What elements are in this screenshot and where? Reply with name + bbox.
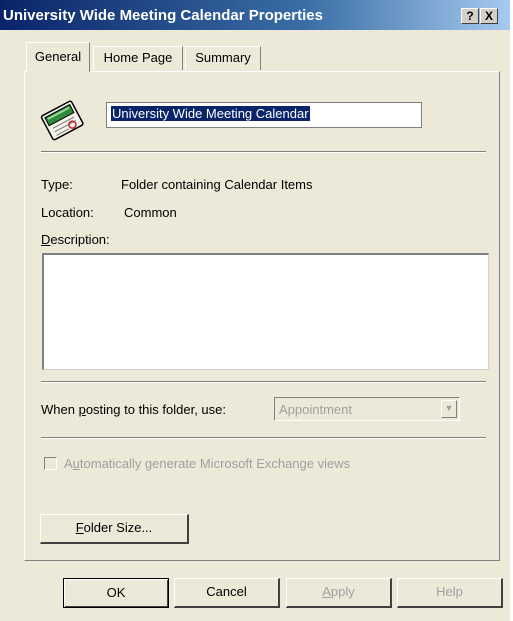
apply-button[interactable]: Apply [286,578,392,608]
properties-dialog: University Wide Meeting Calendar Propert… [0,0,510,621]
ok-button[interactable]: OK [63,578,169,608]
title-bar[interactable]: University Wide Meeting Calendar Propert… [0,0,510,30]
close-button[interactable]: X [480,8,498,24]
type-label: Type: [41,177,73,192]
cancel-button[interactable]: Cancel [174,578,280,608]
posting-form-select[interactable]: Appointment ▼ [274,397,460,421]
posting-form-value: Appointment [279,402,352,417]
type-value: Folder containing Calendar Items [121,177,313,192]
posting-label: When posting to this folder, use: [41,402,227,417]
calendar-folder-icon [40,100,84,141]
tab-summary[interactable]: Summary [185,46,261,70]
separator-middle [41,381,486,383]
auto-views-label: Automatically generate Microsoft Exchang… [64,456,351,471]
location-value: Common [124,205,177,220]
window-title: University Wide Meeting Calendar Propert… [3,7,323,24]
folder-name-value: University Wide Meeting Calendar [111,106,310,121]
auto-views-checkbox[interactable] [44,457,57,470]
location-label: Location: [41,205,94,220]
separator-top [41,151,486,153]
chevron-down-icon[interactable]: ▼ [441,400,457,418]
folder-name-input[interactable]: University Wide Meeting Calendar [106,102,422,128]
description-label: Description: [41,232,110,247]
separator-lower [41,437,486,439]
tab-home-page[interactable]: Home Page [93,46,183,70]
folder-size-button[interactable]: Folder Size... [40,514,189,544]
help-dialog-button[interactable]: Help [397,578,503,608]
tab-general[interactable]: General [26,42,90,72]
help-button[interactable]: ? [461,8,479,24]
description-textarea[interactable] [42,253,489,370]
